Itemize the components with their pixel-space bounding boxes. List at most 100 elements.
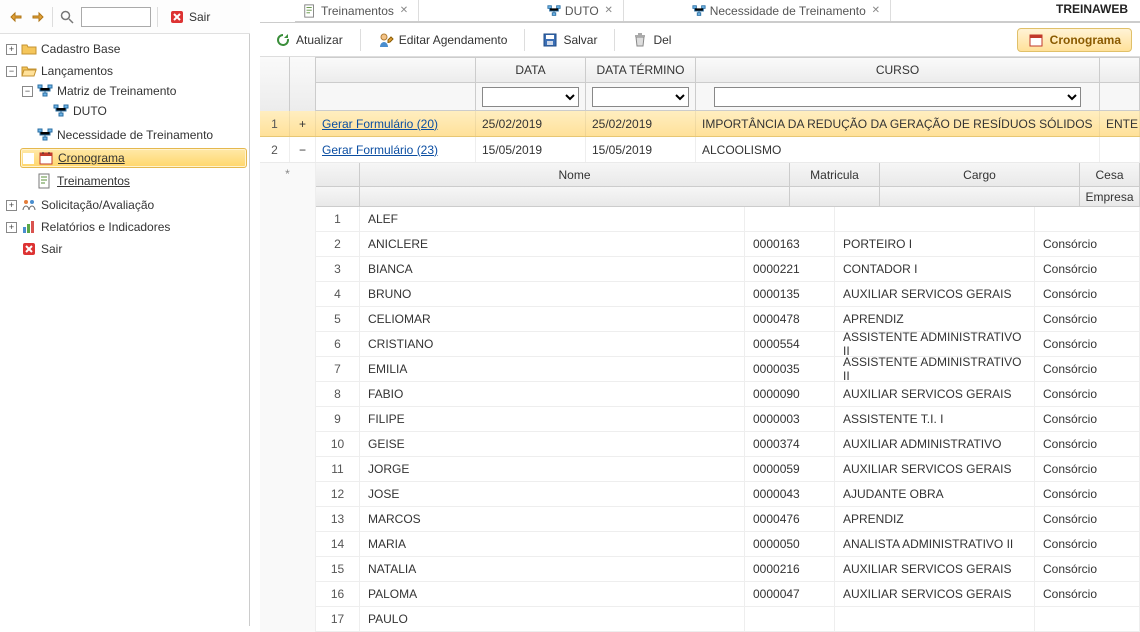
cell-matricula: 0000047 — [745, 582, 835, 606]
filter-data-termino[interactable] — [592, 87, 689, 107]
subcol-nome[interactable]: Nome — [360, 163, 790, 186]
tree-cadastro-base[interactable]: + Cadastro Base — [4, 40, 247, 58]
active-tab-cronograma[interactable]: Cronograma — [1017, 28, 1132, 52]
cell-matricula: 0000554 — [745, 332, 835, 356]
tree-label: Lançamentos — [41, 64, 113, 78]
search-icon[interactable] — [59, 9, 75, 25]
gerar-formulario-link[interactable]: Gerar Formulário (20) — [322, 117, 438, 131]
subgrid-row[interactable]: 16PALOMA0000047AUXILIAR SERVICOS GERAISC… — [316, 582, 1140, 607]
cell-nome: FILIPE — [360, 407, 745, 431]
subgrid-row[interactable]: 5CELIOMAR0000478APRENDIZConsórcio — [316, 307, 1140, 332]
cell-nome: JORGE — [360, 457, 745, 481]
expand-icon[interactable]: + — [6, 222, 17, 233]
del-button[interactable]: Del — [625, 28, 678, 52]
subgrid-row[interactable]: 17PAULO — [316, 607, 1140, 632]
tree-collapse-icon[interactable] — [8, 9, 24, 25]
folder-open-icon — [21, 63, 37, 79]
grid-row[interactable]: 1 + Gerar Formulário (20) 25/02/2019 25/… — [260, 111, 1140, 137]
editar-button[interactable]: Editar Agendamento — [371, 28, 515, 52]
subgrid-header-2: Empresa — [316, 187, 1140, 207]
subcol-cesa[interactable]: Cesa — [1080, 163, 1140, 186]
subgrid-row[interactable]: 14MARIA0000050ANALISTA ADMINISTRATIVO II… — [316, 532, 1140, 557]
col-header-extra[interactable] — [1100, 58, 1140, 82]
col-header-blank[interactable] — [316, 58, 476, 82]
sair-button[interactable]: Sair — [164, 7, 215, 27]
filter-curso[interactable] — [714, 87, 1081, 107]
expand-icon[interactable]: + — [299, 117, 306, 131]
col-header-curso[interactable]: CURSO — [696, 58, 1100, 82]
tab-necessidade[interactable]: Necessidade de Treinamento ✕ — [684, 0, 891, 21]
subcol-matricula[interactable]: Matricula — [790, 163, 880, 186]
subgrid-row[interactable]: 1ALEF — [316, 207, 1140, 232]
tab-duto[interactable]: DUTO ✕ — [539, 0, 624, 21]
close-icon[interactable]: ✕ — [398, 5, 410, 17]
subgrid-row[interactable]: 11JORGE0000059AUXILIAR SERVICOS GERAISCo… — [316, 457, 1140, 482]
cell-matricula: 0000374 — [745, 432, 835, 456]
cell-nome: PAULO — [360, 607, 745, 631]
cell-empresa: Consórcio — [1035, 307, 1140, 331]
col-header-data[interactable]: DATA — [476, 58, 586, 82]
collapse-icon[interactable]: − — [299, 143, 306, 157]
tree-necessidade[interactable]: Necessidade de Treinamento — [20, 126, 247, 144]
subgrid-row[interactable]: 12JOSE0000043AJUDANTE OBRAConsórcio — [316, 482, 1140, 507]
subgrid-row[interactable]: 13MARCOS0000476APRENDIZConsórcio — [316, 507, 1140, 532]
cell-empresa: Consórcio — [1035, 557, 1140, 581]
gerar-formulario-link[interactable]: Gerar Formulário (23) — [322, 143, 438, 157]
filter-data[interactable] — [482, 87, 579, 107]
subcol-cargo[interactable]: Cargo — [880, 163, 1080, 186]
close-icon[interactable]: ✕ — [603, 5, 615, 17]
tree-solicitacao[interactable]: + Solicitação/Avaliação — [4, 196, 247, 214]
cell-cargo: AUXILIAR SERVICOS GERAIS — [835, 282, 1035, 306]
col-header-data-termino[interactable]: DATA TÉRMINO — [586, 58, 696, 82]
tree-expand-icon[interactable] — [30, 9, 46, 25]
cell-nome: ANICLERE — [360, 232, 745, 256]
cell-matricula: 0000050 — [745, 532, 835, 556]
grid-header: DATA DATA TÉRMINO CURSO — [316, 57, 1140, 83]
cell-cargo: APRENDIZ — [835, 307, 1035, 331]
cell-nome: CELIOMAR — [360, 307, 745, 331]
tree-duto[interactable]: DUTO — [36, 102, 247, 120]
tree-matriz[interactable]: − Matriz de Treinamento — [20, 82, 247, 100]
subgrid-row[interactable]: 2ANICLERE0000163PORTEIRO IConsórcio — [316, 232, 1140, 257]
subrow-number: 4 — [316, 282, 360, 306]
subgrid-row[interactable]: 3BIANCA0000221CONTADOR IConsórcio — [316, 257, 1140, 282]
cell-matricula: 0000476 — [745, 507, 835, 531]
cell-matricula — [745, 607, 835, 631]
search-input[interactable] — [81, 7, 151, 27]
expand-icon[interactable]: + — [6, 200, 17, 211]
collapse-icon[interactable]: − — [22, 86, 33, 97]
tab-treinamentos[interactable]: Treinamentos ✕ — [295, 0, 419, 21]
user-edit-icon — [378, 32, 394, 48]
atualizar-button[interactable]: Atualizar — [268, 28, 350, 52]
salvar-button[interactable]: Salvar — [535, 28, 604, 52]
row-expander[interactable]: + — [290, 111, 316, 136]
subgrid-row[interactable]: 6CRISTIANO0000554ASSISTENTE ADMINISTRATI… — [316, 332, 1140, 357]
close-icon[interactable]: ✕ — [870, 5, 882, 17]
row-number: 1 — [260, 111, 290, 136]
subgrid-row[interactable]: 10GEISE0000374AUXILIAR ADMINISTRATIVOCon… — [316, 432, 1140, 457]
tree-cronograma[interactable]: Cronograma — [20, 148, 247, 168]
tree-label: Relatórios e Indicadores — [41, 220, 170, 234]
main-area: Atualizar Editar Agendamento Salvar Del … — [260, 22, 1140, 626]
row-expander[interactable]: − — [290, 137, 316, 162]
subgrid-row[interactable]: 7EMILIA0000035ASSISTENTE ADMINISTRATIVO … — [316, 357, 1140, 382]
tree-sair[interactable]: Sair — [4, 240, 247, 258]
tree-treinamentos[interactable]: Treinamentos — [20, 172, 247, 190]
cell-nome: ALEF — [360, 207, 745, 231]
cell-matricula: 0000478 — [745, 307, 835, 331]
tab-label: DUTO — [565, 4, 599, 18]
subgrid-row[interactable]: 15NATALIA0000216AUXILIAR SERVICOS GERAIS… — [316, 557, 1140, 582]
expand-icon[interactable]: + — [6, 44, 17, 55]
tree-lancamentos[interactable]: − Lançamentos — [4, 62, 247, 80]
grid-row[interactable]: 2 − Gerar Formulário (23) 15/05/2019 15/… — [260, 137, 1140, 163]
cell-empresa: Consórcio — [1035, 432, 1140, 456]
cell-cargo: ASSISTENTE ADMINISTRATIVO II — [835, 357, 1035, 381]
subgrid-row[interactable]: 4BRUNO0000135AUXILIAR SERVICOS GERAISCon… — [316, 282, 1140, 307]
subcol-empresa[interactable]: Empresa — [1080, 187, 1140, 206]
subrow-number: 12 — [316, 482, 360, 506]
button-label: Atualizar — [296, 33, 343, 47]
collapse-icon[interactable]: − — [6, 66, 17, 77]
subgrid-row[interactable]: 8FABIO0000090AUXILIAR SERVICOS GERAISCon… — [316, 382, 1140, 407]
subgrid-row[interactable]: 9FILIPE0000003ASSISTENTE T.I. IConsórcio — [316, 407, 1140, 432]
tree-relatorios[interactable]: + Relatórios e Indicadores — [4, 218, 247, 236]
